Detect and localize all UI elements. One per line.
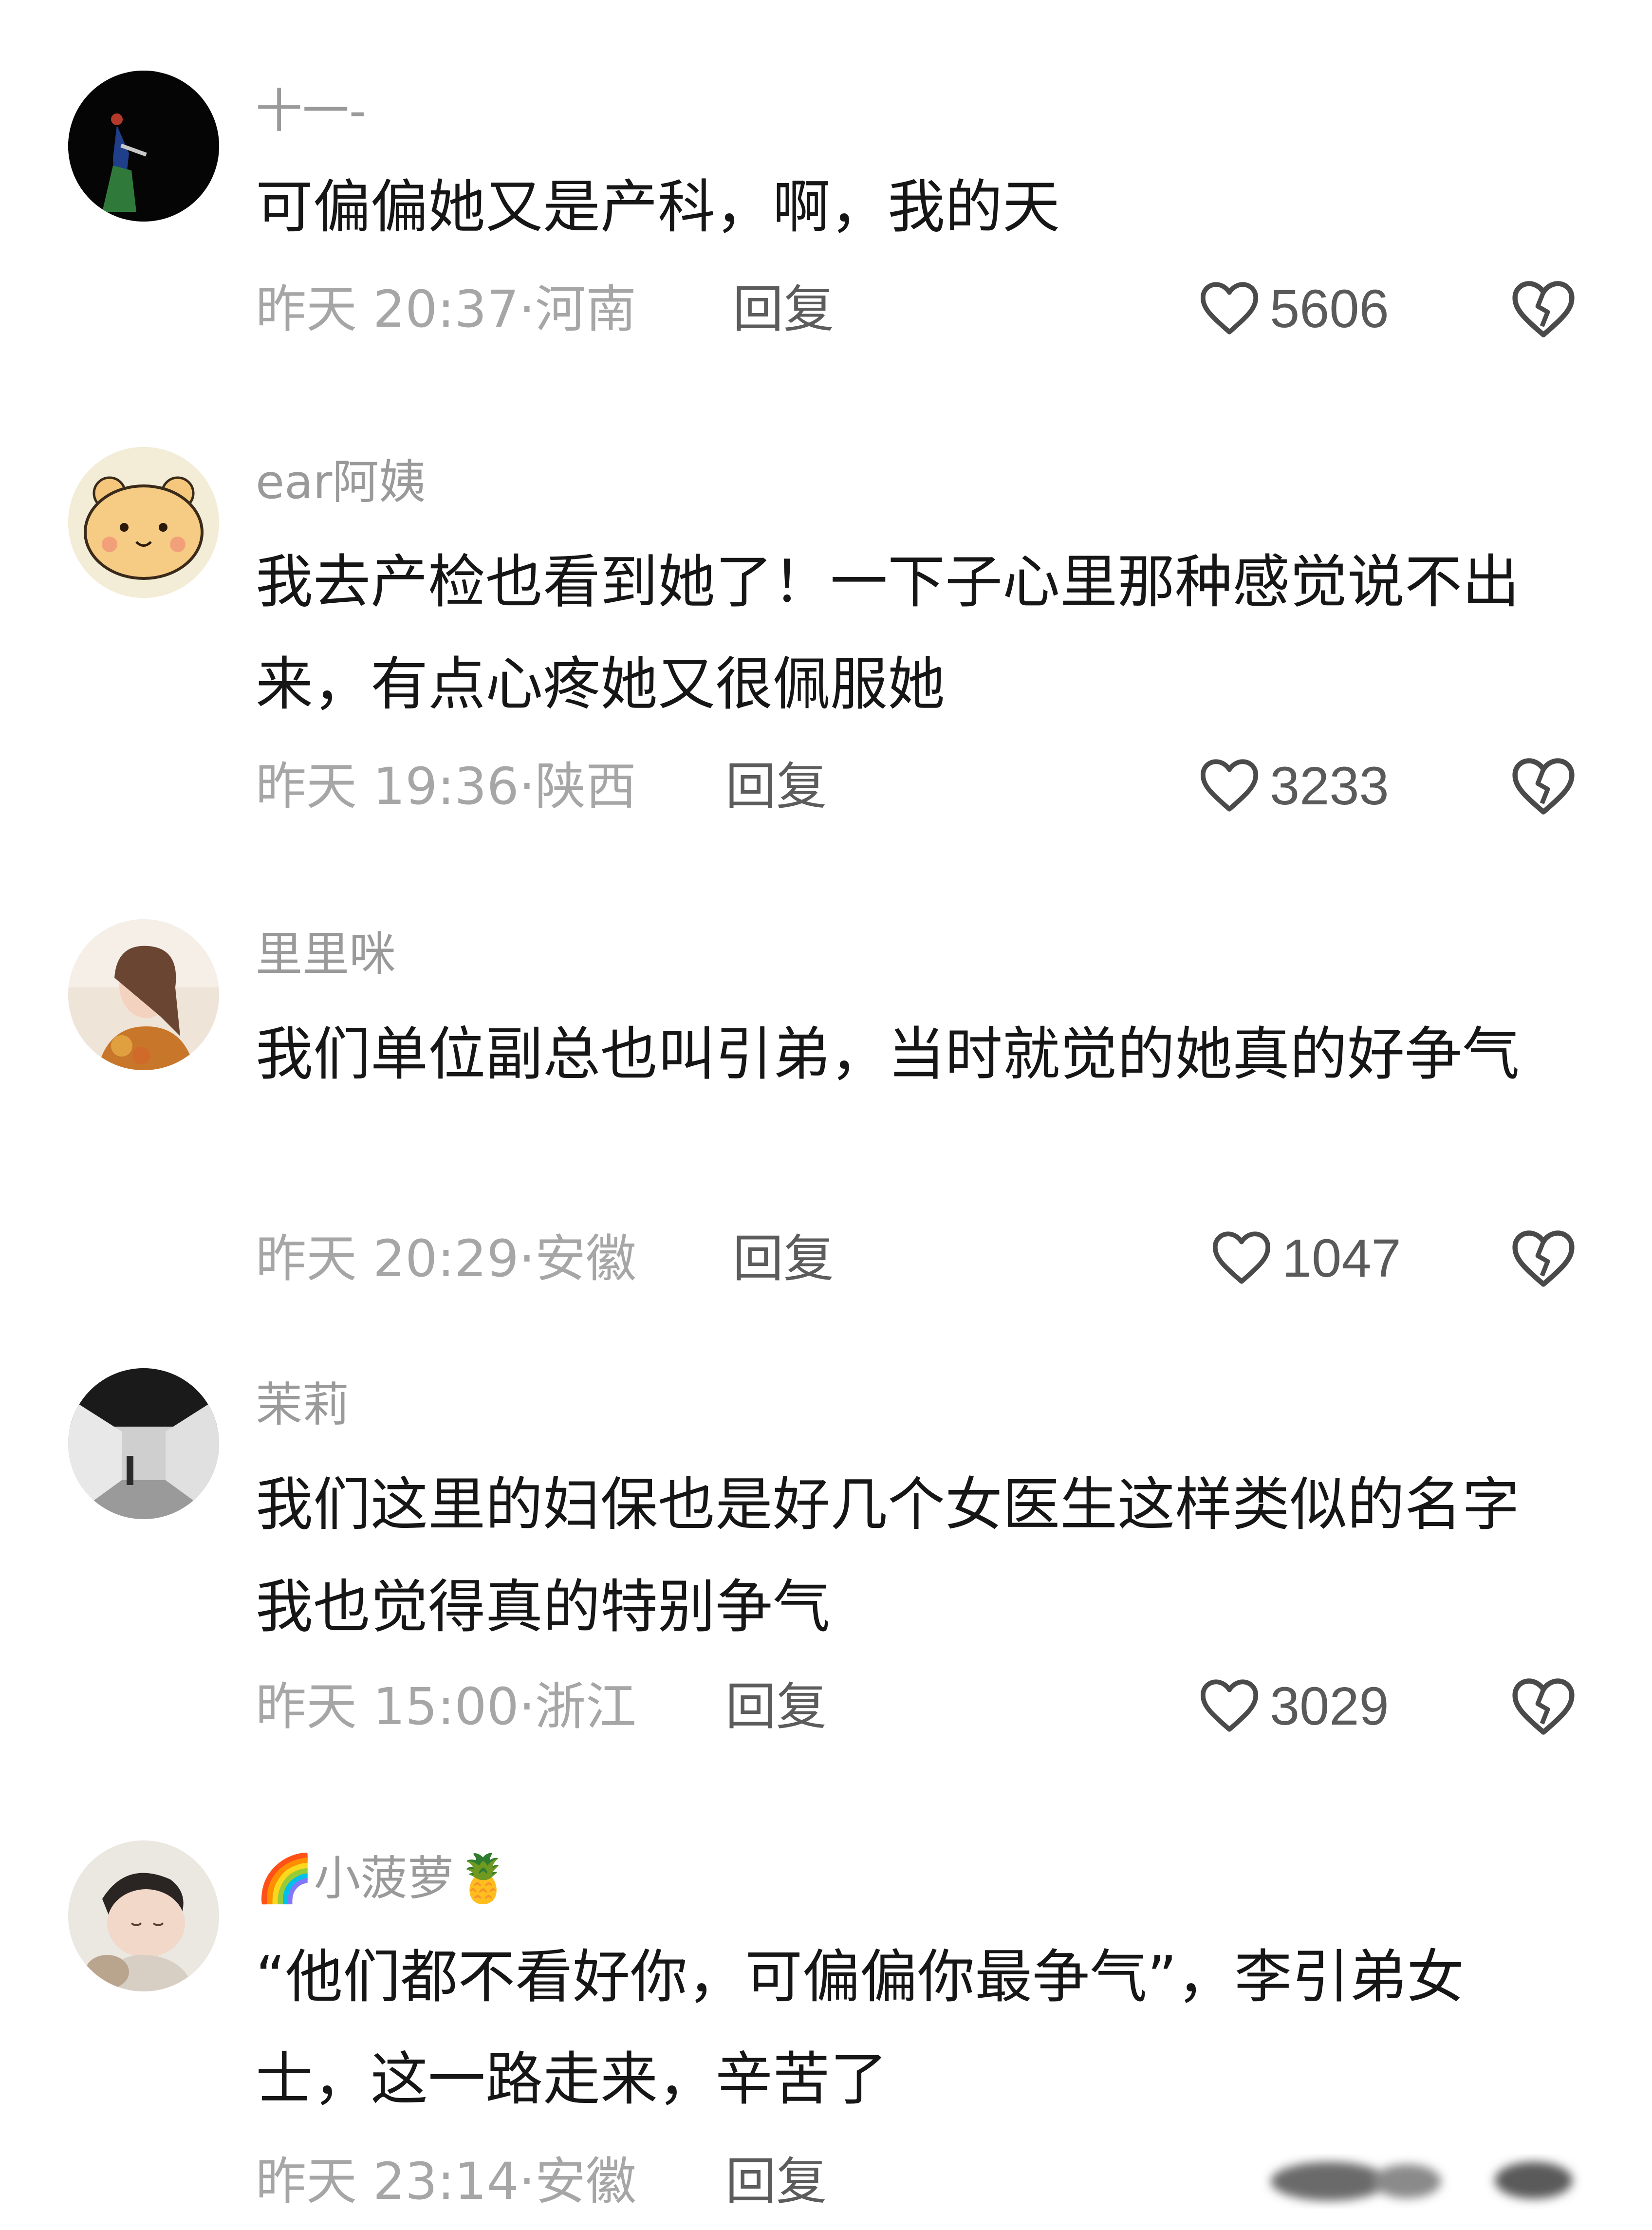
avatar-bear-image xyxy=(68,447,219,598)
comment-meta: 昨天 15:00·浙江 xyxy=(256,1675,636,1738)
like-count: 5606 xyxy=(1270,279,1389,339)
comment-time: 昨天 15:00 xyxy=(256,1677,519,1736)
comment-text: “他们都不看好你，可偏偏你最争气”，李引弟女士，这一路走来，辛苦了 xyxy=(256,1943,1465,2113)
heart-outline-icon xyxy=(1198,279,1270,339)
comment-text: 我们这里的妇保也是好几个女医生这样类似的名字 我也觉得真的特别争气 xyxy=(256,1471,1520,1640)
username-text: ear阿姨 xyxy=(256,455,426,509)
comment-location: 安徽 xyxy=(535,1229,636,1288)
meta-separator: · xyxy=(519,1677,535,1736)
avatar[interactable] xyxy=(68,1840,219,1991)
avatar-portrait-image xyxy=(68,919,219,1070)
like-button[interactable]: 3029 xyxy=(1198,1675,1389,1738)
like-button[interactable]: 5606 xyxy=(1198,278,1389,341)
like-count: 3029 xyxy=(1270,1676,1389,1736)
comment-meta: 昨天 20:37·河南 xyxy=(256,278,636,341)
reply-button[interactable]: 回复 xyxy=(725,1675,827,1738)
reply-button[interactable]: 回复 xyxy=(725,2150,827,2213)
username-text: 十一- xyxy=(256,84,366,138)
comment-meta: 昨天 20:29·安徽 xyxy=(256,1227,636,1290)
comment-text: 我们单位副总也叫引弟，当时就觉的她真的好争气 xyxy=(256,1021,1520,1088)
username-text: 小菠萝 xyxy=(314,1851,454,1906)
username[interactable]: 十一- xyxy=(256,82,366,140)
username-text: 茉莉 xyxy=(256,1377,349,1432)
dislike-button[interactable] xyxy=(1509,1675,1578,1738)
meta-separator: · xyxy=(519,757,535,816)
heart-outline-icon xyxy=(1198,1676,1270,1737)
avatar-baby-image xyxy=(68,1840,219,1991)
comment-location: 安徽 xyxy=(535,2152,636,2211)
like-count: 1047 xyxy=(1282,1228,1401,1288)
avatar[interactable] xyxy=(68,919,219,1070)
pineapple-emoji-icon: 🍍 xyxy=(454,1851,513,1906)
reply-button[interactable]: 回复 xyxy=(725,755,827,818)
reply-button[interactable]: 回复 xyxy=(733,278,834,341)
like-button[interactable]: 1047 xyxy=(1210,1227,1401,1290)
comment-location: 河南 xyxy=(535,279,636,339)
dislike-button[interactable] xyxy=(1509,278,1578,341)
dislike-button[interactable] xyxy=(1509,1227,1578,1290)
username[interactable]: 茉莉 xyxy=(256,1375,349,1434)
avatar-street-image xyxy=(68,1368,219,1519)
comment-meta: 昨天 19:36·陕西 xyxy=(256,755,636,818)
username[interactable]: 里里咪 xyxy=(256,925,396,984)
rainbow-emoji-icon: 🌈 xyxy=(256,1851,314,1906)
broken-heart-icon xyxy=(1509,281,1578,343)
comment-time: 昨天 19:36 xyxy=(256,757,519,816)
heart-outline-icon xyxy=(1210,1228,1282,1289)
heart-outline-icon xyxy=(1198,756,1270,817)
meta-separator: · xyxy=(519,1229,535,1288)
dislike-button[interactable] xyxy=(1509,755,1578,818)
comment-time: 昨天 23:14 xyxy=(256,2152,519,2211)
comment-text: 我去产检也看到她了！一下子心里那种感觉说不出来，有点心疼她又很佩服她 xyxy=(256,548,1520,718)
avatar[interactable] xyxy=(68,71,219,222)
username-text: 里里咪 xyxy=(256,927,396,982)
broken-heart-icon xyxy=(1509,758,1578,820)
comment-text: 可偏偏她又是产科，啊，我的天 xyxy=(256,173,1060,241)
obscured-like-area xyxy=(1261,2142,1582,2215)
like-button[interactable]: 3233 xyxy=(1198,755,1389,818)
comment-location: 浙江 xyxy=(535,1677,636,1736)
avatar-figure-image xyxy=(68,71,219,222)
reply-button[interactable]: 回复 xyxy=(733,1227,834,1290)
comment-time: 昨天 20:37 xyxy=(256,279,519,339)
username[interactable]: 🌈小菠萝🍍 xyxy=(256,1849,512,1908)
comment-meta: 昨天 23:14·安徽 xyxy=(256,2150,636,2213)
blurred-heart-icons xyxy=(1271,2162,1573,2201)
meta-separator: · xyxy=(519,279,535,339)
username[interactable]: ear阿姨 xyxy=(256,453,426,511)
avatar[interactable] xyxy=(68,1368,219,1519)
comment-location: 陕西 xyxy=(535,757,636,816)
broken-heart-icon xyxy=(1509,1230,1578,1292)
avatar[interactable] xyxy=(68,447,219,598)
broken-heart-icon xyxy=(1509,1678,1578,1740)
meta-separator: · xyxy=(519,2152,535,2211)
comment-time: 昨天 20:29 xyxy=(256,1229,519,1288)
like-count: 3233 xyxy=(1270,756,1389,816)
